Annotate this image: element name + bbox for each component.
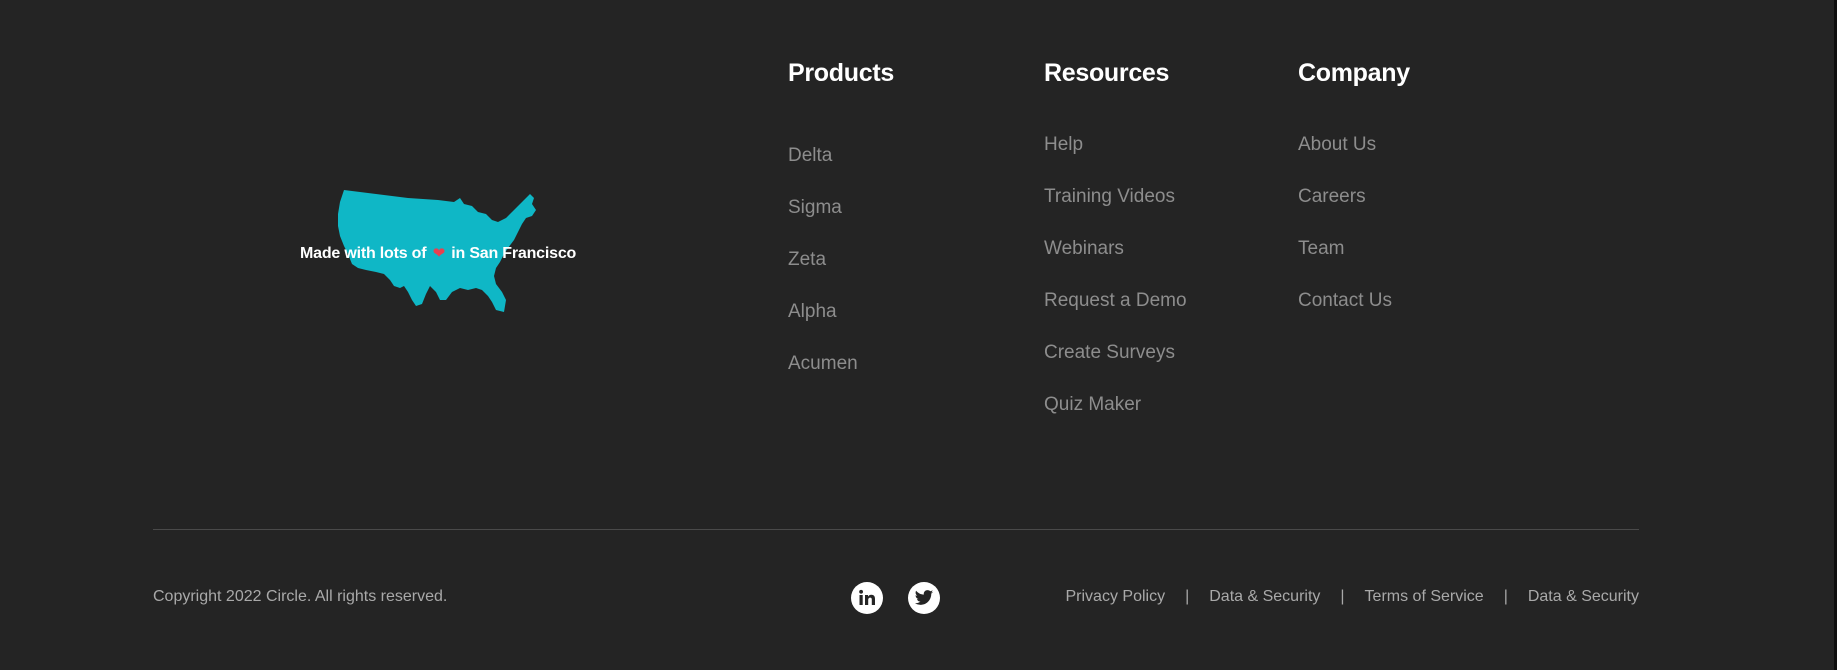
- resource-link-help[interactable]: Help: [1044, 119, 1187, 171]
- resource-link-webinars[interactable]: Webinars: [1044, 223, 1187, 275]
- data-security-link-2[interactable]: Data & Security: [1528, 588, 1639, 606]
- resource-link-create-surveys[interactable]: Create Surveys: [1044, 327, 1187, 379]
- resources-heading: Resources: [1044, 59, 1170, 87]
- data-security-link[interactable]: Data & Security: [1209, 588, 1320, 606]
- product-link-zeta[interactable]: Zeta: [788, 234, 894, 286]
- terms-of-service-link[interactable]: Terms of Service: [1365, 588, 1484, 606]
- legal-links: Privacy Policy | Data & Security | Terms…: [1066, 588, 1640, 606]
- twitter-button[interactable]: [908, 582, 940, 614]
- legal-separator: |: [1503, 588, 1508, 605]
- resource-link-request-demo[interactable]: Request a Demo: [1044, 275, 1187, 327]
- footer-divider: [153, 529, 1639, 530]
- legal-separator: |: [1185, 588, 1190, 605]
- company-heading: Company: [1298, 59, 1410, 87]
- linkedin-icon: [859, 589, 875, 605]
- product-link-acumen[interactable]: Acumen: [788, 338, 894, 390]
- heart-icon: ❤: [432, 245, 446, 262]
- caption-before: Made with lots of: [300, 245, 427, 262]
- resources-list: Help Training Videos Webinars Request a …: [1044, 119, 1187, 431]
- company-column: Company About Us Careers Team Contact Us: [1298, 57, 1410, 353]
- resource-link-training-videos[interactable]: Training Videos: [1044, 171, 1187, 223]
- legal-separator: |: [1340, 588, 1345, 605]
- made-in-sf-badge: Made with lots of ❤ in San Francisco: [300, 188, 576, 318]
- company-link-team[interactable]: Team: [1298, 223, 1410, 275]
- product-link-delta[interactable]: Delta: [788, 130, 894, 182]
- twitter-icon: [914, 590, 934, 605]
- products-column: Products Delta Sigma Zeta Alpha Acumen: [788, 57, 894, 416]
- resource-link-quiz-maker[interactable]: Quiz Maker: [1044, 379, 1187, 431]
- privacy-policy-link[interactable]: Privacy Policy: [1066, 588, 1166, 606]
- caption-after: in San Francisco: [451, 245, 577, 262]
- products-heading: Products: [788, 59, 894, 87]
- resources-column: Resources Help Training Videos Webinars …: [1044, 57, 1187, 457]
- copyright-text: Copyright 2022 Circle. All rights reserv…: [153, 588, 448, 605]
- made-with-love-caption: Made with lots of ❤ in San Francisco: [300, 244, 576, 263]
- products-list: Delta Sigma Zeta Alpha Acumen: [788, 130, 894, 390]
- linkedin-button[interactable]: [851, 582, 883, 614]
- company-list: About Us Careers Team Contact Us: [1298, 119, 1410, 327]
- company-link-contact-us[interactable]: Contact Us: [1298, 275, 1410, 327]
- product-link-sigma[interactable]: Sigma: [788, 182, 894, 234]
- product-link-alpha[interactable]: Alpha: [788, 286, 894, 338]
- company-link-careers[interactable]: Careers: [1298, 171, 1410, 223]
- company-link-about-us[interactable]: About Us: [1298, 119, 1410, 171]
